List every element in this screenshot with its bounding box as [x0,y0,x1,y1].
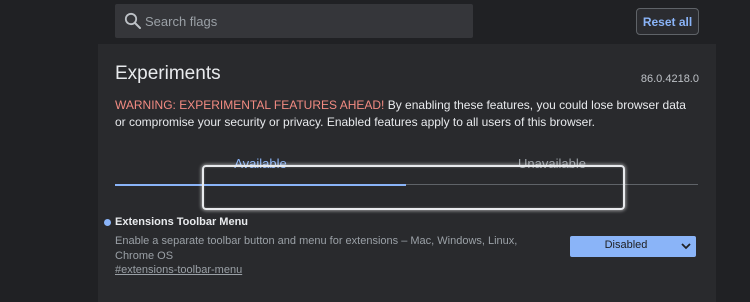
warning-message: WARNING: EXPERIMENTAL FEATURES AHEAD! By… [115,97,695,131]
experiments-panel: Experiments 86.0.4218.0 WARNING: EXPERIM… [98,44,716,302]
top-header: Reset all [0,0,750,44]
modified-indicator-dot [104,219,111,226]
experiment-title: Extensions Toolbar Menu [115,216,249,228]
reset-all-button[interactable]: Reset all [636,8,699,35]
search-input[interactable] [145,4,465,38]
search-icon [124,12,141,29]
search-box[interactable] [115,4,473,38]
experiment-description: Enable a separate toolbar button and men… [115,235,518,262]
experiment-permalink[interactable]: #extensions-toolbar-menu [115,264,242,276]
selected-option: Disabled [604,239,648,251]
chevron-down-icon [681,243,691,250]
version-label: 86.0.4218.0 [640,73,699,85]
page-title: Experiments [115,63,221,84]
focus-highlight [202,165,625,210]
experiment-state-select[interactable]: Disabled [570,236,696,257]
warning-label: WARNING: EXPERIMENTAL FEATURES AHEAD! [115,98,385,112]
